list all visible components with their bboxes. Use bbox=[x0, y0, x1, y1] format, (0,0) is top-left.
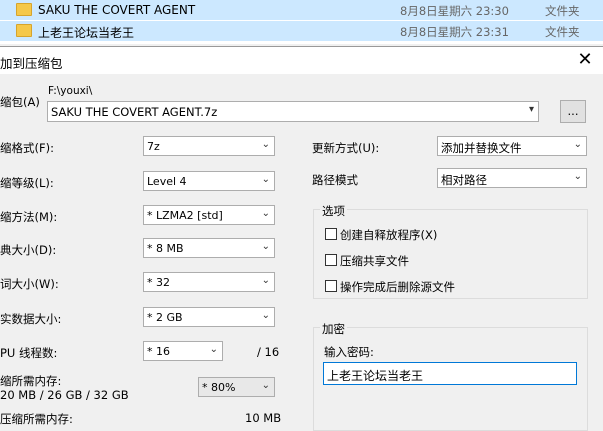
word-label: 词大小(W): bbox=[0, 277, 59, 291]
file-date: 8月8日星期六 23:30 bbox=[400, 4, 509, 18]
mem-usage-value: * 80% bbox=[202, 381, 236, 394]
chevron-down-icon: ⌄ bbox=[261, 208, 270, 219]
dialog-title: 加到压缩包 bbox=[0, 56, 63, 71]
sfx-checkbox[interactable] bbox=[325, 228, 337, 240]
chevron-down-icon: ⌄ bbox=[573, 139, 582, 150]
update-mode-value: 添加并替换文件 bbox=[441, 141, 522, 155]
shared-files-label: 压缩共享文件 bbox=[340, 254, 409, 268]
method-label: 缩方法(M): bbox=[0, 210, 58, 224]
update-mode-label: 更新方式(U): bbox=[312, 141, 380, 155]
close-icon[interactable]: ✕ bbox=[574, 49, 596, 71]
path-mode-select[interactable]: 相对路径 ⌄ bbox=[437, 168, 587, 188]
folder-icon bbox=[16, 24, 32, 37]
decomp-mem-label: 压缩所需内存: bbox=[0, 412, 73, 426]
archive-path: F:\youxi\ bbox=[48, 85, 93, 97]
folder-icon bbox=[16, 3, 32, 16]
password-value: 上老王论坛当老王 bbox=[327, 369, 424, 383]
threads-select[interactable]: * 16 ⌄ bbox=[143, 341, 223, 361]
dialog-titlebar[interactable]: 加到压缩包 ✕ bbox=[0, 47, 603, 74]
file-row[interactable]: 上老王论坛当老王 8月8日星期六 23:31 文件夹 bbox=[0, 21, 603, 42]
chevron-down-icon: ⌄ bbox=[261, 275, 270, 286]
path-mode-label: 路径模式 bbox=[312, 173, 358, 187]
format-select[interactable]: 7z ⌄ bbox=[143, 136, 275, 156]
update-mode-select[interactable]: 添加并替换文件 ⌄ bbox=[437, 136, 587, 156]
level-label: 缩等级(L): bbox=[0, 176, 54, 190]
chevron-down-icon: ⌄ bbox=[209, 344, 218, 355]
file-date: 8月8日星期六 23:31 bbox=[400, 25, 509, 39]
explorer-file-list: SAKU THE COVERT AGENT 8月8日星期六 23:30 文件夹 … bbox=[0, 0, 603, 44]
delete-after-label: 操作完成后删除源文件 bbox=[340, 280, 455, 294]
file-name: SAKU THE COVERT AGENT bbox=[38, 3, 196, 17]
chevron-down-icon: ⌄ bbox=[261, 139, 270, 150]
format-label: 缩格式(F): bbox=[0, 141, 54, 155]
solid-label: 实数据大小: bbox=[0, 312, 62, 326]
threads-label: PU 线程数: bbox=[0, 346, 58, 360]
mem-usage-label: 缩所需内存: bbox=[0, 374, 62, 388]
level-value: Level 4 bbox=[147, 175, 187, 188]
file-type: 文件夹 bbox=[545, 4, 580, 18]
archive-label: 缩包(A) bbox=[0, 95, 40, 109]
chevron-down-icon: ⌄ bbox=[261, 174, 270, 185]
method-select[interactable]: * LZMA2 [std] ⌄ bbox=[143, 205, 275, 225]
sfx-label: 创建自释放程序(X) bbox=[340, 228, 438, 242]
shared-files-checkbox[interactable] bbox=[325, 254, 337, 266]
format-value: 7z bbox=[147, 140, 160, 153]
decomp-mem-value: 10 MB bbox=[245, 411, 282, 425]
archive-name-value: SAKU THE COVERT AGENT.7z bbox=[51, 105, 218, 119]
password-label: 输入密码: bbox=[324, 345, 374, 359]
archive-name-combo[interactable]: SAKU THE COVERT AGENT.7z ▾ bbox=[47, 101, 539, 122]
add-to-archive-dialog: 加到压缩包 ✕ 缩包(A) F:\youxi\ SAKU THE COVERT … bbox=[0, 46, 603, 431]
file-row[interactable]: SAKU THE COVERT AGENT 8月8日星期六 23:30 文件夹 bbox=[0, 0, 603, 21]
threads-max: / 16 bbox=[257, 345, 280, 359]
encryption-title: 加密 bbox=[320, 321, 347, 337]
password-input[interactable]: 上老王论坛当老王 bbox=[323, 362, 577, 385]
mem-usage-select[interactable]: * 80% ⌄ bbox=[198, 377, 275, 397]
browse-button[interactable]: ... bbox=[560, 100, 586, 123]
chevron-down-icon: ⌄ bbox=[261, 380, 270, 391]
chevron-down-icon: ⌄ bbox=[261, 241, 270, 252]
chevron-down-icon: ⌄ bbox=[261, 310, 270, 321]
mem-usage-detail: 20 MB / 26 GB / 32 GB bbox=[0, 388, 129, 402]
method-value: * LZMA2 [std] bbox=[147, 209, 223, 222]
options-title: 选项 bbox=[320, 203, 347, 219]
solid-value: * 2 GB bbox=[147, 311, 183, 324]
chevron-down-icon: ⌄ bbox=[573, 171, 582, 182]
solid-select[interactable]: * 2 GB ⌄ bbox=[143, 307, 275, 327]
file-name: 上老王论坛当老王 bbox=[38, 26, 135, 40]
delete-after-checkbox[interactable] bbox=[325, 280, 337, 292]
dict-select[interactable]: * 8 MB ⌄ bbox=[143, 238, 275, 258]
dict-value: * 8 MB bbox=[147, 242, 184, 255]
path-mode-value: 相对路径 bbox=[441, 173, 487, 187]
dict-label: 典大小(D): bbox=[0, 243, 57, 257]
chevron-down-icon: ▾ bbox=[528, 104, 534, 115]
word-value: * 32 bbox=[147, 276, 170, 289]
word-select[interactable]: * 32 ⌄ bbox=[143, 272, 275, 292]
file-type: 文件夹 bbox=[545, 25, 580, 39]
threads-value: * 16 bbox=[147, 345, 170, 358]
level-select[interactable]: Level 4 ⌄ bbox=[143, 171, 275, 191]
